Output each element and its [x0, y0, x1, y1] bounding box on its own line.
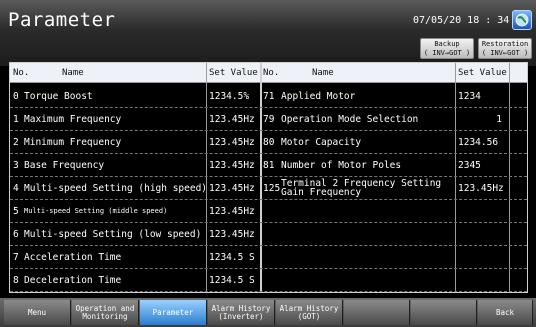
table-row: 1 Maximum Frequency 123.45Hz 79 Operation Mo… [10, 108, 527, 131]
table-header-row: No. Name Set Value No. Name Set Value [10, 63, 527, 83]
param-value[interactable]: 2345 [458, 154, 506, 177]
param-value[interactable]: 1234.5% [209, 85, 257, 108]
param-no: 6 [13, 229, 19, 240]
param-name: Operation Mode Selection [281, 114, 419, 125]
param-name: Applied Motor [281, 91, 356, 102]
param-no: 81 [263, 160, 275, 171]
param-value[interactable]: 1 [458, 108, 502, 131]
param-no: 8 [13, 275, 19, 286]
table-row: 6 Multi-speed Setting (low speed) 123.45Hz [10, 223, 527, 246]
alarm-history-inverter-button[interactable]: Alarm History (Inverter) [208, 300, 275, 325]
parameter-button[interactable]: Parameter [140, 300, 207, 325]
restoration-button[interactable]: Restoration ( INV←GOT ) [478, 38, 532, 59]
param-value[interactable]: 123.45Hz [458, 177, 506, 200]
param-value[interactable]: 123.45Hz [209, 131, 257, 154]
param-value[interactable]: 123.45Hz [209, 200, 257, 223]
param-value[interactable]: 123.45Hz [209, 154, 257, 177]
param-value[interactable]: 1234.5 S [209, 269, 257, 292]
param-name: Torque Boost [24, 91, 93, 102]
table-row: 0 Torque Boost 1234.5% 71 Applied Motor 1234 [10, 85, 527, 108]
param-no: 1 [13, 114, 19, 125]
header-value-right: Set Value [458, 68, 507, 78]
back-button[interactable]: Back [478, 300, 533, 325]
param-name: Acceleration Time [24, 252, 122, 263]
param-no: 0 [13, 91, 19, 102]
param-name: Maximum Frequency [24, 114, 122, 125]
table-row: 4 Multi-speed Setting (high speed) 123.45H… [10, 177, 527, 200]
backup-label: Backup [434, 40, 460, 48]
header-name-right: Name [312, 68, 334, 78]
param-name: Multi-speed Setting (low speed) [24, 229, 202, 240]
param-name: Terminal 2 Frequency Setting Gain Freque… [281, 178, 442, 198]
param-value[interactable]: 123.45Hz [209, 223, 257, 246]
table-row: 7 Acceleration Time 1234.5 S [10, 246, 527, 269]
restoration-label: Restoration [481, 40, 529, 48]
table-row: 3 Base Frequency 123.45Hz 81 Number of Motor… [10, 154, 527, 177]
table-row: 5 Multi-speed Setting (middle speed) 123.4… [10, 200, 527, 223]
param-name: Multi-speed Setting (middle speed) [24, 207, 168, 215]
menu-button[interactable]: Menu [4, 300, 71, 325]
param-name: Number of Motor Poles [281, 160, 402, 171]
param-value[interactable]: 1234 [458, 85, 506, 108]
datetime-display: 07/05/20 18 : 34 [413, 15, 510, 26]
param-value[interactable]: 1234.56 [458, 131, 506, 154]
backup-direction: ( INV→GOT ) [423, 49, 471, 57]
param-no: 80 [263, 137, 275, 148]
header-value-left: Set Value [209, 68, 258, 78]
header-name-left: Name [62, 68, 84, 78]
table-row: 2 Minimum Frequency 123.45Hz 80 Motor Capaci… [10, 131, 527, 154]
param-value[interactable]: 1234.5 S [209, 246, 257, 269]
param-value[interactable]: 123.45Hz [209, 177, 257, 200]
param-name: Base Frequency [24, 160, 105, 171]
header-bar: Parameter 07/05/20 18 : 34 Backup ( INV→… [0, 0, 536, 66]
param-name: Motor Capacity [281, 137, 362, 148]
param-value[interactable]: 123.45Hz [209, 108, 257, 131]
table-row: 8 Deceleration Time 1234.5 S [10, 269, 527, 292]
empty-slot-button[interactable] [411, 300, 477, 325]
param-name: Deceleration Time [24, 275, 122, 286]
footer-nav: Menu Operation and Monitoring Parameter … [0, 298, 536, 327]
param-no: 3 [13, 160, 19, 171]
param-name: Minimum Frequency [24, 137, 122, 148]
empty-slot-button[interactable] [344, 300, 410, 325]
operation-monitoring-button[interactable]: Operation and Monitoring [72, 300, 139, 325]
alarm-history-got-button[interactable]: Alarm History (GOT) [276, 300, 343, 325]
page-title: Parameter [8, 9, 116, 31]
param-no: 7 [13, 252, 19, 263]
param-no: 5 [13, 206, 19, 217]
header-no-right: No. [263, 68, 280, 78]
param-no: 4 [13, 183, 19, 194]
param-no: 2 [13, 137, 19, 148]
param-name: Multi-speed Setting (high speed) [24, 183, 208, 194]
backup-button[interactable]: Backup ( INV→GOT ) [420, 38, 474, 59]
globe-icon[interactable] [512, 10, 532, 30]
param-no: 125 [263, 183, 281, 194]
parameter-table: No. Name Set Value No. Name Set Value 0T… [9, 62, 528, 315]
param-no: 79 [263, 114, 275, 125]
header-no-left: No. [13, 68, 30, 78]
param-no: 71 [263, 91, 275, 102]
restoration-direction: ( INV←GOT ) [481, 49, 529, 57]
